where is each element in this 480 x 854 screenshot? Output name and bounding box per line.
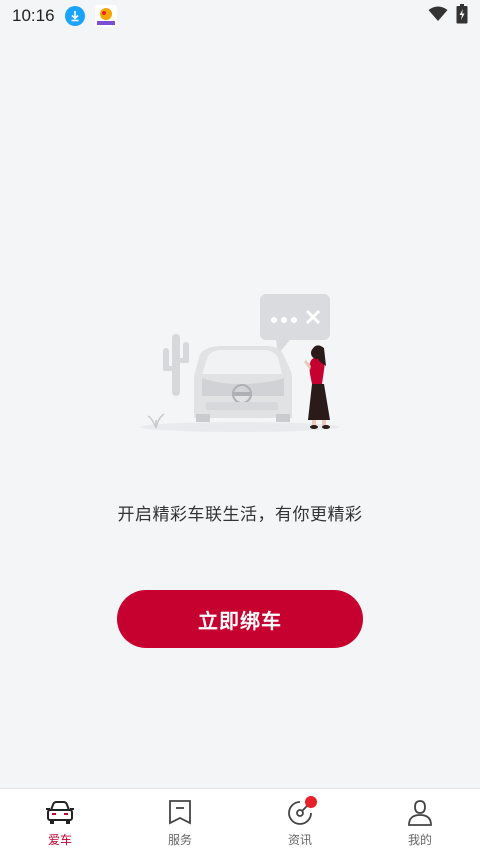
nav-label-profile: 我的 xyxy=(407,833,432,847)
nav-item-service[interactable]: 服务 xyxy=(120,789,240,854)
wifi-icon xyxy=(428,6,448,26)
battery-charging-icon xyxy=(456,4,468,28)
empty-state-tagline: 开启精彩车联生活，有你更精彩 xyxy=(117,505,363,525)
nav-label-car: 爱车 xyxy=(47,833,72,847)
service-icon xyxy=(165,799,195,827)
status-bar: 10:16 xyxy=(0,0,480,32)
nav-item-news[interactable]: 资讯 xyxy=(240,789,360,854)
bind-car-button[interactable]: 立即绑车 xyxy=(117,590,363,648)
download-icon xyxy=(64,6,85,26)
nav-label-news: 资讯 xyxy=(287,833,312,847)
nav-label-service: 服务 xyxy=(167,833,192,847)
profile-icon xyxy=(405,799,435,827)
car-icon xyxy=(45,799,75,827)
nav-item-profile[interactable]: 我的 xyxy=(360,789,480,854)
app-notification-icon xyxy=(94,5,117,27)
status-time: 10:16 xyxy=(12,6,55,25)
bottom-nav: 爱车 服务 资讯 我的 xyxy=(0,788,480,854)
empty-state-illustration xyxy=(130,290,350,440)
news-badge-dot xyxy=(305,796,317,808)
nav-item-car[interactable]: 爱车 xyxy=(0,789,120,854)
